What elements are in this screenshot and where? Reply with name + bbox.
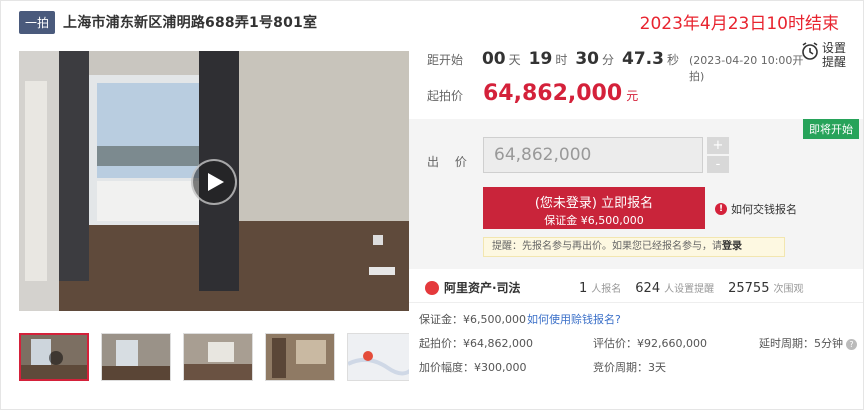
decrease-bid-button[interactable]: - (707, 156, 729, 173)
thumbnail-4[interactable] (265, 333, 335, 381)
how-to-pay-link[interactable]: ! 如何交钱报名 (715, 201, 797, 217)
countdown-days-unit: 天 (508, 53, 521, 67)
alarm-clock-icon (802, 42, 818, 60)
view-label: 次围观 (773, 283, 804, 295)
view-count: 25755 次围观 (728, 280, 803, 296)
page-title: 上海市浦东新区浦明路688弄1号801室 (63, 15, 318, 31)
header: 一拍 上海市浦东新区浦明路688弄1号801室 2023年4月23日10时结束 (19, 9, 853, 35)
valuation-text: 评估价：¥92,660,000 (593, 337, 707, 350)
bid-cycle-text: 竞价周期：3天 (593, 361, 666, 374)
thumbnail-3[interactable] (183, 333, 253, 381)
countdown-hours: 19 (528, 49, 553, 69)
how-to-pay-label: 如何交钱报名 (731, 203, 797, 216)
reminder-label-1: 设置 (822, 41, 847, 55)
brand-icon (425, 280, 439, 295)
credit-signup-link[interactable]: 如何使用赊钱报名? (527, 311, 621, 327)
thumbnail-map[interactable] (347, 333, 409, 381)
play-icon (49, 351, 63, 365)
apply-now-button[interactable]: (您未登录) 立即报名 保证金 ¥6,500,000 (483, 187, 705, 229)
start-price-row: 起拍价 64,862,000 元 (427, 81, 638, 106)
bid-label: 出 价 (427, 155, 473, 169)
countdown-seconds: 47.3 (622, 49, 664, 69)
set-reminder-button[interactable]: 设置 提醒 (801, 41, 851, 69)
start-price-value: 64,862,000 (483, 81, 623, 106)
reminder-label: 人设置提醒 (664, 283, 715, 295)
brand-logo: 阿里资产·司法 (425, 279, 565, 296)
start-price-unit: 元 (626, 89, 639, 103)
delay-period: 延时周期：5分钟? (759, 335, 857, 351)
login-tip: 提醒：先报名参与再出价。如果您已经报名参与，请登录 (483, 237, 785, 257)
auction-type-tag: 一拍 (19, 10, 56, 34)
start-price-label: 起拍价 (427, 89, 464, 103)
main-photo[interactable] (19, 51, 409, 311)
deadline-text: 2023年4月23日10时结束 (639, 14, 839, 34)
bid-stepper: + - (707, 137, 729, 173)
delay-period-text: 延时周期：5分钟 (759, 337, 843, 350)
reminder-label-2: 提醒 (822, 55, 847, 69)
apply-button-label: (您未登录) 立即报名 (534, 196, 654, 211)
signup-number: 1 (579, 280, 588, 296)
brand-name: 阿里资产·司法 (444, 281, 521, 295)
auction-details: 保证金：¥6,500,000 如何使用赊钱报名? 起拍价：¥64,862,000… (419, 311, 863, 383)
tip-text: 提醒：先报名参与再出价。如果您已经报名参与，请 (492, 241, 722, 252)
countdown-hours-unit: 时 (555, 53, 568, 67)
stats-bar: 阿里资产·司法 1 人报名 624 人设置提醒 25755 次围观 (409, 273, 863, 303)
login-link[interactable]: 登录 (722, 241, 742, 252)
signup-count: 1 人报名 (579, 280, 621, 296)
details-row-2: 起拍价：¥64,862,000 评估价：¥92,660,000 延时周期：5分钟… (419, 335, 863, 359)
increase-bid-button[interactable]: + (707, 137, 729, 154)
status-badge: 即将开始 (803, 119, 859, 139)
signup-label: 人报名 (591, 283, 622, 295)
view-number: 25755 (728, 280, 770, 296)
info-icon: ! (715, 203, 727, 215)
bid-box: 即将开始 出 价 64,862,000 + - (您未登录) 立即报名 保证金 … (409, 119, 863, 269)
countdown-minutes: 30 (575, 49, 599, 69)
reminder-number: 624 (635, 280, 661, 296)
countdown-minutes-unit: 分 (602, 53, 615, 67)
start-time-note: (2023-04-20 10:00开拍) (688, 54, 804, 83)
bid-input[interactable]: 64,862,000 (483, 137, 703, 173)
thumbnail-1[interactable] (19, 333, 89, 381)
increment-text: 加价幅度：¥300,000 (419, 361, 527, 374)
start-price-text: 起拍价：¥64,862,000 (419, 337, 533, 350)
deposit-text: 保证金：¥6,500,000 (419, 313, 526, 326)
auction-page: 一拍 上海市浦东新区浦明路688弄1号801室 2023年4月23日10时结束 (0, 0, 864, 410)
play-video-button[interactable] (191, 159, 237, 205)
help-icon[interactable]: ? (846, 339, 857, 350)
thumbnail-strip (19, 333, 409, 381)
apply-button-deposit: 保证金 ¥6,500,000 (544, 214, 644, 227)
thumbnail-2[interactable] (101, 333, 171, 381)
reminder-count: 624 人设置提醒 (635, 280, 714, 296)
details-row-3: 加价幅度：¥300,000 竞价周期：3天 (419, 359, 863, 383)
countdown-label: 距开始 (427, 53, 464, 67)
details-row-1: 保证金：¥6,500,000 如何使用赊钱报名? (419, 311, 863, 335)
play-icon (207, 173, 224, 191)
countdown-seconds-unit: 秒 (666, 53, 679, 67)
countdown: 距开始 00 天 19 时 30 分 47.3 秒 (2023-04-20 10… (427, 49, 807, 84)
countdown-days: 00 (481, 49, 506, 69)
